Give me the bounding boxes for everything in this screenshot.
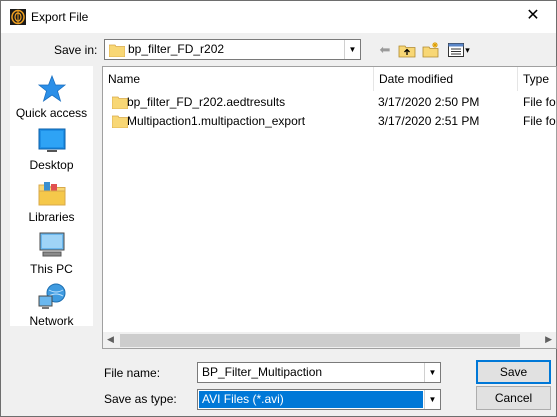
- cancel-button[interactable]: Cancel: [476, 386, 551, 410]
- save-as-type-value: AVI Files (*.avi): [202, 392, 284, 406]
- view-menu-icon: [448, 43, 465, 57]
- place-label: Desktop: [29, 158, 74, 172]
- back-arrow-icon: ⬅: [379, 42, 391, 57]
- column-header-type[interactable]: Type: [518, 67, 556, 91]
- column-header-name[interactable]: Name: [103, 67, 374, 91]
- place-libraries[interactable]: Libraries: [10, 178, 93, 224]
- up-folder-button[interactable]: [397, 41, 417, 59]
- app-icon: [10, 9, 26, 25]
- file-name-input[interactable]: BP_Filter_Multipaction ▼: [197, 362, 441, 383]
- back-button[interactable]: ⬅: [375, 41, 395, 59]
- file-type: File folder: [523, 95, 556, 109]
- horizontal-scrollbar[interactable]: ◀ ▶: [103, 332, 556, 348]
- desktop-icon: [38, 128, 65, 152]
- view-menu-button[interactable]: ▾: [445, 41, 473, 59]
- place-quick-access[interactable]: Quick access: [10, 74, 93, 120]
- chevron-down-icon: ▼: [424, 390, 440, 409]
- scroll-right-icon[interactable]: ▶: [545, 334, 552, 345]
- place-label: Network: [29, 314, 74, 328]
- place-label: This PC: [30, 262, 73, 276]
- place-network[interactable]: Network: [10, 282, 93, 328]
- this-pc-icon: [39, 232, 64, 257]
- save-as-type-dropdown[interactable]: AVI Files (*.avi) ▼: [197, 389, 441, 410]
- column-header-date[interactable]: Date modified: [374, 67, 518, 91]
- chevron-down-icon: ▼: [424, 363, 440, 382]
- list-item[interactable]: bp_filter_FD_r202.aedtresults 3/17/2020 …: [103, 93, 556, 112]
- chevron-down-icon: ▼: [344, 40, 360, 59]
- scroll-left-icon[interactable]: ◀: [107, 334, 114, 345]
- chevron-down-icon: ▾: [465, 44, 470, 55]
- folder-icon: [112, 115, 128, 128]
- title-bar: Export File ✕: [1, 1, 556, 33]
- save-in-value: bp_filter_FD_r202: [128, 42, 225, 56]
- place-label: Quick access: [15, 106, 88, 120]
- close-icon: ✕: [526, 7, 540, 24]
- window-title: Export File: [31, 10, 89, 24]
- file-name: Multipaction1.multipaction_export: [127, 114, 306, 128]
- scrollbar-thumb[interactable]: [120, 334, 520, 347]
- file-name-label: File name:: [104, 366, 161, 380]
- list-item[interactable]: Multipaction1.multipaction_export 3/17/2…: [103, 112, 556, 131]
- save-button[interactable]: Save: [476, 360, 551, 384]
- file-date: 3/17/2020 2:51 PM: [378, 114, 480, 128]
- close-button[interactable]: ✕: [510, 1, 556, 33]
- places-bar: Quick access Desktop Libraries This PC N…: [10, 66, 93, 328]
- place-this-pc[interactable]: This PC: [10, 230, 93, 276]
- file-name-value: BP_Filter_Multipaction: [202, 365, 323, 379]
- new-folder-icon: [422, 42, 439, 58]
- libraries-icon: [38, 182, 65, 206]
- place-label: Libraries: [28, 210, 75, 224]
- quick-access-icon: [37, 74, 66, 102]
- file-name: bp_filter_FD_r202.aedtresults: [127, 95, 286, 109]
- file-list[interactable]: ^ Name Date modified Type bp_filter_FD_r…: [102, 66, 557, 349]
- save-as-type-label: Save as type:: [104, 392, 177, 406]
- folder-icon: [112, 96, 128, 109]
- file-type: File folder: [523, 114, 556, 128]
- new-folder-button[interactable]: [421, 41, 441, 59]
- save-in-dropdown[interactable]: bp_filter_FD_r202 ▼: [104, 39, 361, 60]
- up-folder-icon: [398, 45, 416, 58]
- network-icon: [38, 283, 65, 309]
- export-file-dialog: Export File ✕ Save in: bp_filter_FD_r202…: [0, 0, 557, 417]
- place-desktop[interactable]: Desktop: [10, 126, 93, 172]
- file-date: 3/17/2020 2:50 PM: [378, 95, 480, 109]
- folder-icon: [109, 44, 125, 57]
- save-in-label: Save in:: [54, 43, 98, 57]
